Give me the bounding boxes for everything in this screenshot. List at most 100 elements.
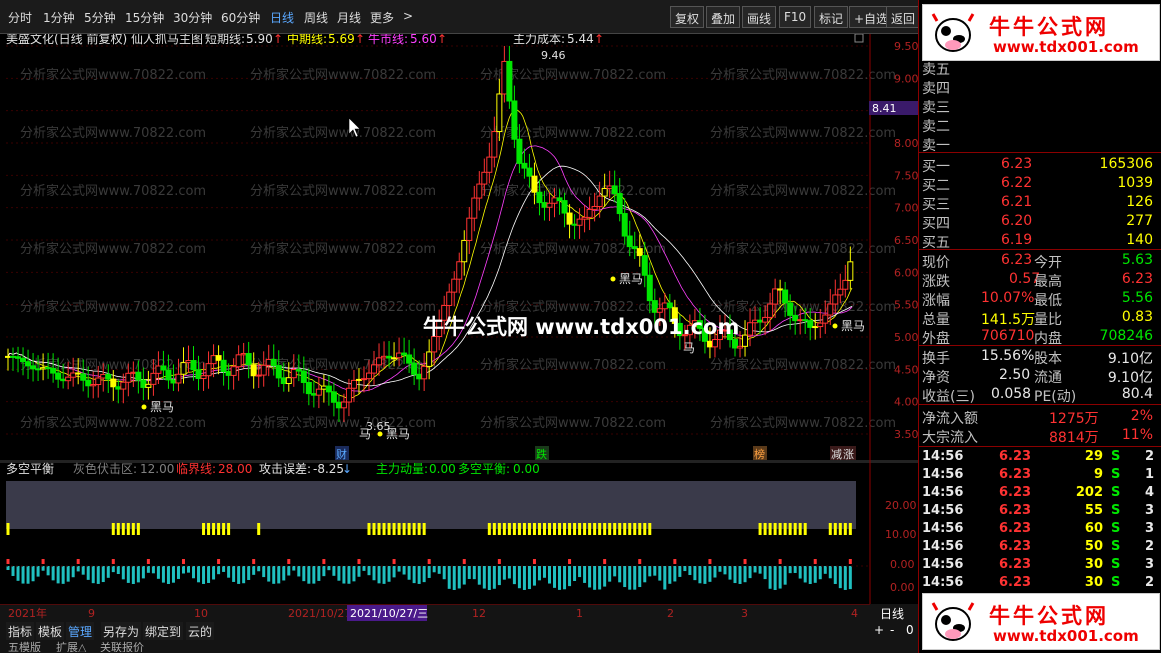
- balance-bars: [6, 523, 852, 590]
- svg-text:分析家公式网www.70822.com: 分析家公式网www.70822.com: [710, 241, 896, 257]
- cursor-date-label: 2021/10/27/三: [350, 607, 428, 620]
- tab-bind-to[interactable]: 绑定到: [143, 622, 184, 640]
- short-ma-label: 短期线:: [205, 34, 245, 46]
- buy-row: 买五 6.19 140: [922, 232, 1153, 251]
- short-up-arrow-icon: ↑: [273, 34, 283, 46]
- date-label: 2: [667, 607, 674, 620]
- balance-value: 0.00: [513, 462, 540, 476]
- svg-text:减: 减: [831, 448, 842, 461]
- tab-cloud[interactable]: 云的: [186, 622, 215, 640]
- quote-row: 净资 2.50 流通 9.10亿: [922, 367, 1153, 386]
- f10-button[interactable]: F10: [779, 6, 812, 28]
- mid-ma-label: 中期线:: [287, 34, 327, 46]
- zoom-out-button[interactable]: -: [888, 622, 896, 640]
- mark-button[interactable]: 标记: [814, 6, 849, 28]
- tick-row: 14:56 6.23 202 S 4: [922, 485, 1155, 500]
- sell4-label: 卖四: [922, 81, 950, 97]
- black-horse-signal: 黑马: [386, 427, 410, 441]
- tab-weekly[interactable]: 周线: [304, 9, 328, 26]
- overlay-button[interactable]: 叠加: [706, 6, 741, 28]
- adjust-button[interactable]: 复权: [670, 6, 705, 28]
- svg-text:分析家公式网www.70822.com: 分析家公式网www.70822.com: [480, 125, 666, 141]
- sub-axis-label: 10.00: [885, 528, 917, 541]
- long-short-balance-chart[interactable]: 多空平衡 灰色伏击区: 12.00 临界线: 28.00 攻击误差: -8.25…: [0, 462, 918, 604]
- more-chevron-icon[interactable]: >: [403, 9, 413, 23]
- svg-text:榜: 榜: [754, 447, 765, 461]
- price-axis-label: 4.00: [894, 396, 918, 409]
- site-logo-top: 牛牛公式网 www.tdx001.com: [922, 4, 1160, 61]
- period-toolbar: 分时 1分钟 5分钟 15分钟 30分钟 60分钟 日线 周线 月线 更多 > …: [0, 0, 921, 34]
- svg-text:分析家公式网www.70822.com: 分析家公式网www.70822.com: [250, 183, 436, 199]
- attack-error-label: 攻击误差:: [259, 462, 311, 476]
- buy-row: 买一 6.23 165306: [922, 156, 1153, 175]
- tab-five-template[interactable]: 五模版: [6, 638, 43, 652]
- quote-row: 现价 6.23 今开 5.63: [922, 252, 1153, 271]
- tab-daily[interactable]: 日线: [270, 9, 294, 26]
- sub-chart-title: 多空平衡: [6, 462, 54, 476]
- date-label: 1: [576, 607, 583, 620]
- svg-text:分析家公式网www.70822.com: 分析家公式网www.70822.com: [710, 125, 896, 141]
- black-horse-signal: 黑马: [841, 319, 865, 333]
- mid-up-arrow-icon: ↑: [355, 34, 365, 46]
- svg-text:分析家公式网www.70822.com: 分析家公式网www.70822.com: [480, 415, 666, 431]
- quote-row: 涨幅 10.07% 最低 5.56: [922, 290, 1153, 309]
- price-axis-label: 9.50: [894, 40, 918, 53]
- black-horse-signal: 黑马: [150, 400, 174, 414]
- svg-text:分析家公式网www.70822.com: 分析家公式网www.70822.com: [20, 241, 206, 257]
- svg-text:分析家公式网www.70822.com: 分析家公式网www.70822.com: [20, 299, 206, 315]
- bull-ma-label: 牛市线:: [368, 34, 408, 46]
- stock-chart-app: 分时 1分钟 5分钟 15分钟 30分钟 60分钟 日线 周线 月线 更多 > …: [0, 0, 1161, 653]
- tab-15min[interactable]: 15分钟: [125, 9, 164, 26]
- svg-text:分析家公式网www.70822.com: 分析家公式网www.70822.com: [710, 357, 896, 373]
- tab-more[interactable]: 更多: [370, 9, 394, 26]
- date-label: 2021年: [8, 606, 47, 620]
- reset-button[interactable]: 0: [904, 622, 916, 640]
- logo-title: 牛牛公式网: [989, 15, 1109, 39]
- ambush-zone: [6, 481, 856, 529]
- tab-5min[interactable]: 5分钟: [84, 9, 116, 26]
- tick-row: 14:56 6.23 55 S 3: [922, 503, 1155, 518]
- price-axis-label: 5.50: [894, 299, 918, 312]
- flow-row: 大宗流入 8814万 11%: [922, 427, 1153, 446]
- tab-30min[interactable]: 30分钟: [173, 9, 212, 26]
- attack-error-value: -8.25: [313, 462, 344, 476]
- tab-60min[interactable]: 60分钟: [221, 9, 260, 26]
- period-indicator: 日线: [880, 607, 905, 621]
- quote-row: 换手 15.56% 股本 9.10亿: [922, 348, 1153, 367]
- buy-row: 买四 6.20 277: [922, 213, 1153, 232]
- zoom-in-button[interactable]: +: [872, 622, 886, 640]
- svg-text:分析家公式网www.70822.com: 分析家公式网www.70822.com: [250, 299, 436, 315]
- window-toggle-icon[interactable]: [854, 34, 864, 43]
- event-markers: 财 跌 榜 减 涨: [335, 446, 856, 461]
- bottom-bar: 2021年 9 10 2021/10/27/三 2021/10/27/三 12 …: [0, 604, 918, 653]
- svg-text:分析家公式网www.70822.com: 分析家公式网www.70822.com: [20, 415, 206, 431]
- main-cost-value: 5.44: [567, 34, 594, 46]
- tab-monthly[interactable]: 月线: [337, 9, 361, 26]
- quote-row: 涨跌 0.57 最高 6.23: [922, 271, 1153, 290]
- svg-text:分析家公式网www.70822.com: 分析家公式网www.70822.com: [250, 241, 436, 257]
- site-logo-bottom: 牛牛公式网 www.tdx001.com: [922, 593, 1160, 650]
- chart-title: 美盛文化(日线 前复权) 仙人抓马主图: [6, 34, 203, 46]
- main-momentum-label: 主力动量:: [376, 462, 428, 476]
- tab-related-quote[interactable]: 关联报价: [98, 638, 146, 652]
- date-label: 9: [88, 607, 95, 620]
- main-kline-chart[interactable]: 分析家公式网www.70822.com 分析家公式网www.70822.com 分析…: [0, 34, 918, 462]
- quote-panel: 牛牛公式网 www.tdx001.com 卖五 卖四 卖三 卖二 卖一 买一 6.…: [918, 0, 1161, 653]
- back-button[interactable]: 返回: [886, 6, 921, 28]
- sell2-label: 卖二: [922, 119, 950, 135]
- tab-1min[interactable]: 1分钟: [43, 9, 75, 26]
- quote-row: 总量 141.5万 量比 0.83: [922, 309, 1153, 328]
- price-axis-label: 6.00: [894, 266, 918, 279]
- svg-text:分析家公式网www.70822.com: 分析家公式网www.70822.com: [710, 415, 896, 431]
- logo-title: 牛牛公式网: [989, 604, 1109, 628]
- svg-text:分析家公式网www.70822.com: 分析家公式网www.70822.com: [710, 299, 896, 315]
- tab-timeshare[interactable]: 分时: [8, 9, 32, 26]
- price-axis-label: 5.00: [894, 331, 918, 344]
- date-label: 3: [741, 607, 748, 620]
- tick-row: 14:56 6.23 29 S 2: [922, 449, 1155, 464]
- cow-logo-icon: [931, 602, 975, 641]
- tab-extend[interactable]: 扩展△: [54, 638, 88, 652]
- short-ma-value: 5.90: [246, 34, 273, 46]
- draw-button[interactable]: 画线: [742, 6, 777, 28]
- svg-text:分析家公式网www.70822.com: 分析家公式网www.70822.com: [710, 183, 896, 199]
